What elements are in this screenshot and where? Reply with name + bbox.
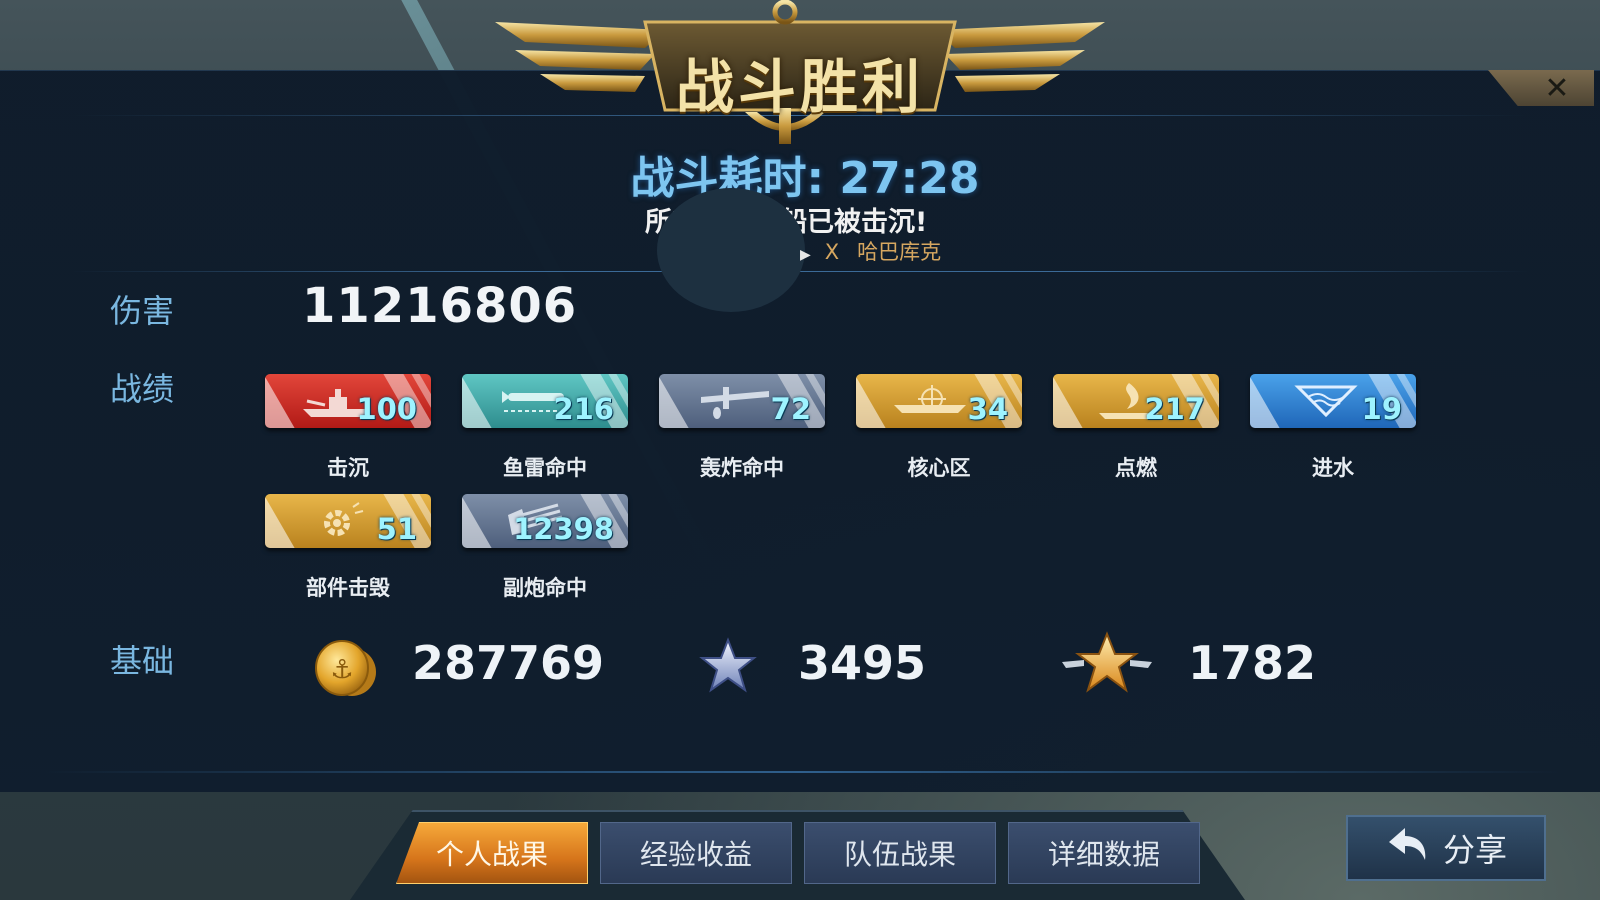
damage-label: 伤害 [110, 292, 175, 330]
exp-value: 3495 [798, 636, 927, 690]
badge-caption: 击沉 [327, 456, 369, 480]
tab-personal-results[interactable]: 个人战果 [396, 822, 588, 884]
svg-text:⚓: ⚓ [330, 655, 353, 685]
share-button[interactable]: 分享 [1346, 815, 1546, 881]
victory-emblem: 战斗胜利 [495, 0, 1105, 150]
badge-caption: 进水 [1312, 456, 1354, 480]
badge-caption: 轰炸命中 [700, 456, 784, 480]
badge-flooding[interactable]: 19 [1250, 374, 1416, 428]
badge-value: 217 [1144, 392, 1205, 426]
kill-marker: X [824, 240, 840, 264]
exp-star-icon [698, 636, 758, 700]
badge-caption: 部件击毁 [306, 576, 390, 600]
coins-value: 287769 [412, 636, 605, 690]
badge-sink[interactable]: 100 [265, 374, 431, 428]
rank-exp-value: 1782 [1188, 636, 1317, 690]
badge-torpedo[interactable]: 216 [462, 374, 628, 428]
flooding-icon [1286, 378, 1366, 424]
badge-value: 216 [553, 392, 614, 426]
tab-detailed-data[interactable]: 详细数据 [1008, 822, 1200, 884]
badge-caption: 点燃 [1115, 456, 1157, 480]
damage-value: 11216806 [302, 278, 578, 334]
kill-info: ▶ X 哈巴库克 [800, 236, 941, 266]
gear-icon [301, 498, 381, 544]
badge-caption: 副炮命中 [503, 576, 587, 600]
play-arrow-icon: ▶ [800, 247, 811, 263]
badge-caption: 核心区 [907, 456, 971, 480]
badge-fire[interactable]: 217 [1053, 374, 1219, 428]
badge-value: 19 [1361, 392, 1402, 426]
battle-duration: 战斗耗时: 27:28 [630, 153, 980, 204]
tab-team-results[interactable]: 队伍战果 [804, 822, 996, 884]
badge-parts[interactable]: 51 [265, 494, 431, 548]
tab-exp-earnings[interactable]: 经验收益 [600, 822, 792, 884]
record-label: 战绩 [110, 370, 175, 408]
badge-value: 100 [356, 392, 417, 426]
badge-caption: 鱼雷命中 [503, 456, 587, 480]
victory-title: 战斗胜利 [675, 53, 924, 121]
coin-icon: ⚓ [312, 638, 378, 698]
redacted-area [657, 188, 805, 312]
bomber-icon [695, 378, 775, 424]
share-arrow-icon [1385, 824, 1429, 872]
base-label: 基础 [110, 642, 175, 680]
share-label: 分享 [1442, 831, 1507, 869]
badge-secondary-gun[interactable]: 12398 [462, 494, 628, 548]
badge-value: 51 [376, 512, 417, 546]
badge-value: 72 [770, 392, 811, 426]
badge-value: 34 [967, 392, 1008, 426]
close-icon[interactable]: ✕ [1542, 74, 1572, 104]
killed-ship-name: 哈巴库克 [857, 240, 942, 264]
divider-bottom [40, 771, 1560, 773]
badge-bomb[interactable]: 72 [659, 374, 825, 428]
rank-star-icon [1062, 630, 1152, 704]
core-zone-icon [892, 378, 972, 424]
badge-value: 12398 [513, 512, 614, 546]
badge-core[interactable]: 34 [856, 374, 1022, 428]
